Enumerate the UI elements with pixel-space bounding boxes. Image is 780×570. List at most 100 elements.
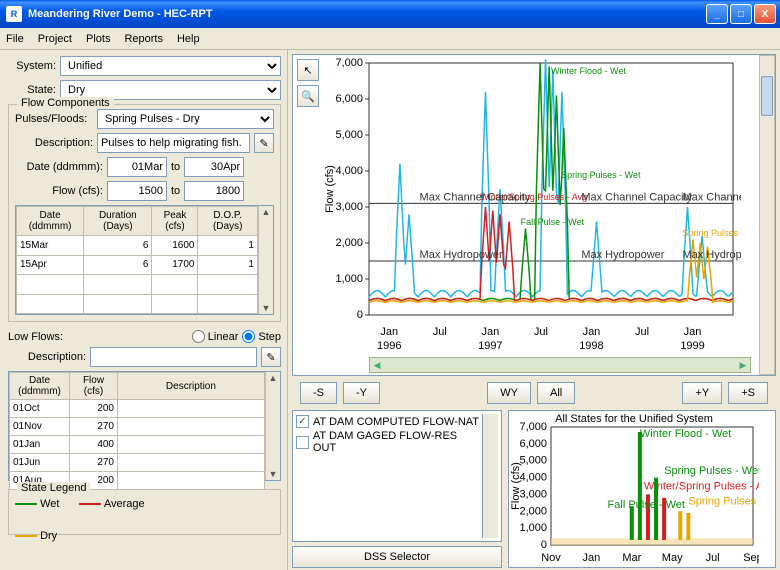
menubar: File Project Plots Reports Help — [0, 28, 780, 50]
svg-text:1,000: 1,000 — [335, 273, 363, 285]
linear-radio[interactable]: Linear — [192, 330, 239, 343]
scroll-up-icon: ▲ — [261, 206, 270, 218]
checkbox-unchecked-icon[interactable] — [296, 436, 309, 449]
svg-text:Flow (cfs): Flow (cfs) — [324, 165, 336, 213]
scroll-left-icon: ◀ — [370, 359, 384, 371]
svg-text:6,000: 6,000 — [519, 438, 547, 450]
legend-wet: Wet — [15, 498, 59, 510]
series-check-row[interactable]: ✓ AT DAM COMPUTED FLOW-NAT — [296, 414, 482, 429]
lf-col-desc: Description — [118, 373, 265, 400]
legend-dry: Dry — [15, 530, 274, 542]
svg-text:0: 0 — [541, 539, 547, 551]
plus-y-button[interactable]: +Y — [682, 382, 722, 404]
svg-text:Max Channel Capacity: Max Channel Capacity — [581, 191, 692, 203]
scroll-right-icon: ▶ — [736, 359, 750, 371]
svg-text:Jan: Jan — [583, 552, 601, 564]
svg-text:3,000: 3,000 — [519, 488, 547, 500]
app-icon: R — [6, 6, 22, 22]
zoom-tool[interactable]: 🔍 — [297, 85, 319, 107]
left-panel: System: Unified State: Dry Flow Componen… — [0, 50, 288, 570]
flow-from-input[interactable] — [107, 181, 167, 201]
chart-hscroll[interactable]: ◀▶ — [369, 357, 751, 373]
chart-vscroll[interactable] — [759, 55, 775, 375]
maximize-button[interactable]: □ — [730, 4, 752, 24]
svg-text:4,000: 4,000 — [519, 472, 547, 484]
wy-button[interactable]: WY — [487, 382, 531, 404]
svg-text:Spring Pulses - Wet: Spring Pulses - Wet — [561, 170, 641, 180]
menu-help[interactable]: Help — [177, 33, 200, 45]
pulses-label: Pulses/Floods: — [15, 113, 93, 125]
date-to-input[interactable] — [184, 157, 244, 177]
flow-to-input[interactable] — [184, 181, 244, 201]
pulses-select[interactable]: Spring Pulses - Dry — [97, 109, 274, 129]
state-legend: State Legend Wet Average Dry — [8, 489, 281, 535]
svg-text:1998: 1998 — [579, 340, 603, 352]
svg-text:Max Channel Capacity: Max Channel Capacity — [682, 191, 741, 203]
series-check-row[interactable]: AT DAM GAGED FLOW-RES OUT — [296, 429, 482, 455]
svg-text:2,000: 2,000 — [519, 505, 547, 517]
lowflows-table-scrollbar[interactable]: ▲▼ — [265, 372, 280, 480]
system-select[interactable]: Unified — [60, 56, 281, 76]
main-plot-area[interactable]: 01,0002,0003,0004,0005,0006,0007,0001996… — [321, 55, 759, 375]
pulses-table[interactable]: Date (ddmmm) Duration (Days) Peak (cfs) … — [16, 206, 258, 314]
step-radio[interactable]: Step — [242, 330, 281, 343]
pulses-table-scrollbar[interactable]: ▲▼ — [258, 206, 273, 314]
svg-text:6,000: 6,000 — [335, 93, 363, 105]
edit-icon: ✎ — [266, 351, 275, 364]
svg-text:Max Channel Capacity: Max Channel Capacity — [420, 191, 531, 203]
edit-lf-description-button[interactable]: ✎ — [261, 347, 281, 367]
svg-text:Winter Flood - Wet: Winter Flood - Wet — [551, 66, 626, 76]
table-row[interactable] — [17, 275, 258, 294]
col-dop: D.O.P. (Days) — [198, 207, 257, 236]
magnifier-icon: 🔍 — [301, 90, 315, 103]
right-panel: ↖ 🔍 01,0002,0003,0004,0005,0006,0007,000… — [288, 50, 780, 570]
plus-s-button[interactable]: +S — [728, 382, 768, 404]
minimize-button[interactable]: _ — [706, 4, 728, 24]
svg-text:0: 0 — [357, 309, 363, 321]
window-title: Meandering River Demo - HEC-RPT — [28, 8, 706, 20]
lf-description-input[interactable] — [90, 347, 257, 367]
svg-text:Spring Pulses - Dry: Spring Pulses - Dry — [688, 496, 759, 508]
date-range-label: Date (ddmmm): — [15, 161, 103, 173]
all-button[interactable]: All — [537, 382, 575, 404]
svg-text:5,000: 5,000 — [519, 455, 547, 467]
table-row[interactable]: 01Jan400 — [10, 436, 265, 454]
svg-text:Fall Pulse - Wet: Fall Pulse - Wet — [608, 499, 685, 511]
dss-selector-button[interactable]: DSS Selector — [292, 546, 502, 568]
svg-text:Winter Flood - Wet: Winter Flood - Wet — [640, 428, 732, 440]
checkbox-checked-icon[interactable]: ✓ — [296, 415, 309, 428]
svg-text:Spring Pulses - Dry: Spring Pulses - Dry — [682, 228, 741, 238]
svg-text:Jan: Jan — [481, 326, 499, 338]
minus-s-button[interactable]: -S — [300, 382, 337, 404]
svg-text:Max Hydropower: Max Hydropower — [581, 249, 664, 261]
legend-average: Average — [79, 498, 144, 510]
menu-file[interactable]: File — [6, 33, 24, 45]
svg-text:Spring Pulses - Wet: Spring Pulses - Wet — [664, 465, 759, 477]
menu-reports[interactable]: Reports — [124, 33, 163, 45]
close-button[interactable]: X — [754, 4, 776, 24]
small-chart[interactable]: All States for the Unified System01,0002… — [508, 410, 776, 568]
description-input[interactable] — [97, 133, 250, 153]
description-label: Description: — [15, 137, 93, 149]
date-from-input[interactable] — [107, 157, 167, 177]
table-row[interactable]: 15Mar616001 — [17, 236, 258, 255]
checklist-scrollbar[interactable] — [482, 414, 498, 538]
edit-description-button[interactable]: ✎ — [254, 133, 274, 153]
nav-button-row: -S -Y WY All +Y +S — [292, 380, 776, 406]
menu-project[interactable]: Project — [38, 33, 72, 45]
svg-text:May: May — [662, 552, 683, 564]
lowflows-table[interactable]: Date (ddmmm) Flow (cfs) Description 01Oc… — [9, 372, 265, 490]
svg-text:Jan: Jan — [684, 326, 702, 338]
flow-range-label: Flow (cfs): — [15, 185, 103, 197]
table-row[interactable] — [17, 294, 258, 313]
pointer-tool[interactable]: ↖ — [297, 59, 319, 81]
table-row[interactable]: 15Apr617001 — [17, 255, 258, 274]
table-row[interactable]: 01Jun270 — [10, 454, 265, 472]
svg-text:Jan: Jan — [583, 326, 601, 338]
menu-plots[interactable]: Plots — [86, 33, 110, 45]
low-flows-label: Low Flows: — [8, 331, 188, 343]
flow-components-group: Flow Components Pulses/Floods: Spring Pu… — [8, 104, 281, 322]
table-row[interactable]: 01Oct200 — [10, 400, 265, 418]
minus-y-button[interactable]: -Y — [343, 382, 380, 404]
table-row[interactable]: 01Nov270 — [10, 418, 265, 436]
